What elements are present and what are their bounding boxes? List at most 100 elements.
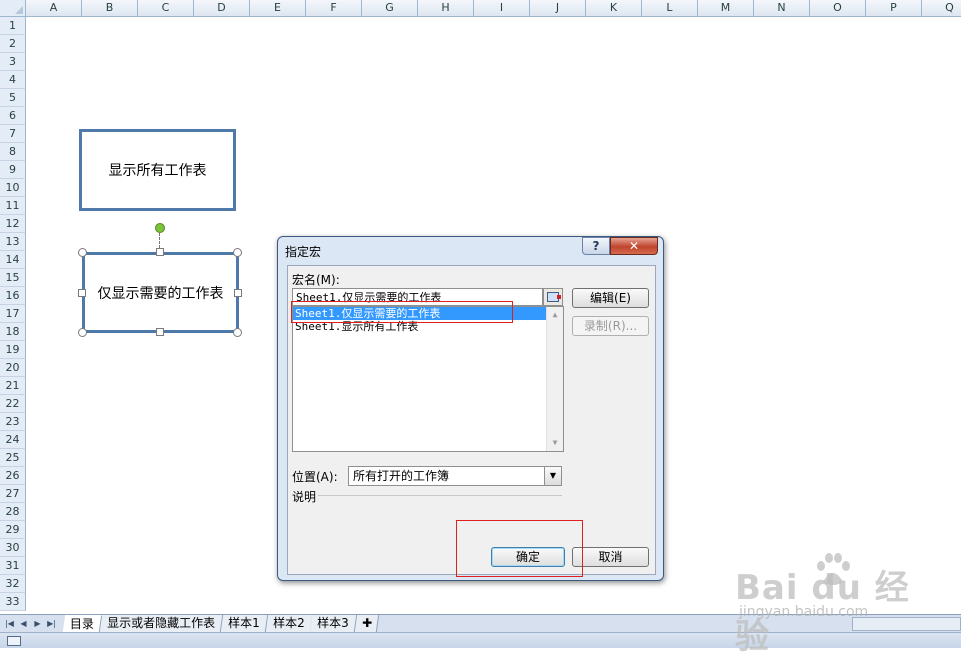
row-header[interactable]: 17 bbox=[0, 305, 26, 323]
last-sheet-icon[interactable]: ▶| bbox=[46, 617, 57, 630]
scroll-down-icon[interactable]: ▼ bbox=[547, 435, 563, 451]
row-header[interactable]: 11 bbox=[0, 197, 26, 215]
resize-handle-s[interactable] bbox=[156, 328, 164, 336]
row-header[interactable]: 2 bbox=[0, 35, 26, 53]
close-button[interactable]: ✕ bbox=[610, 237, 658, 255]
row-header[interactable]: 7 bbox=[0, 125, 26, 143]
column-header[interactable]: K bbox=[586, 0, 642, 17]
scroll-up-icon[interactable]: ▲ bbox=[547, 307, 563, 323]
row-header[interactable]: 32 bbox=[0, 575, 26, 593]
list-scrollbar[interactable]: ▲ ▼ bbox=[546, 307, 563, 451]
sheet-tab-label: 样本1 bbox=[228, 616, 260, 630]
sheet-tab-label: 显示或者隐藏工作表 bbox=[107, 616, 216, 630]
row-header[interactable]: 8 bbox=[0, 143, 26, 161]
macro-list-item[interactable]: Sheet1.仅显示需要的工作表 bbox=[293, 307, 546, 320]
column-header[interactable]: A bbox=[26, 0, 82, 17]
insert-sheet-icon[interactable]: ✚ bbox=[354, 615, 380, 632]
row-header[interactable]: 6 bbox=[0, 107, 26, 125]
row-header[interactable]: 28 bbox=[0, 503, 26, 521]
row-header[interactable]: 31 bbox=[0, 557, 26, 575]
row-headers: 1 2 3 4 5 6 7 8 9 10 11 12 13 14 15 16 17 18 19 20 21 22 23 24 2… bbox=[0, 17, 26, 611]
sheet-tab[interactable]: 样本1 bbox=[220, 615, 268, 632]
next-sheet-icon[interactable]: ▶ bbox=[32, 617, 43, 630]
column-header[interactable]: B bbox=[82, 0, 138, 17]
shape2-label: 仅显示需要的工作表 bbox=[97, 285, 224, 302]
row-header[interactable]: 3 bbox=[0, 53, 26, 71]
row-header[interactable]: 10 bbox=[0, 179, 26, 197]
row-header[interactable]: 9 bbox=[0, 161, 26, 179]
sheet-tab[interactable]: 目录 bbox=[62, 615, 103, 632]
row-header[interactable]: 5 bbox=[0, 89, 26, 107]
sheet-tab[interactable]: 显示或者隐藏工作表 bbox=[99, 615, 224, 632]
resize-handle-nw[interactable] bbox=[78, 248, 87, 257]
macro-list-item[interactable]: Sheet1.显示所有工作表 bbox=[293, 320, 546, 333]
resize-handle-w[interactable] bbox=[78, 289, 86, 297]
sheet-tab[interactable]: 样本2 bbox=[265, 615, 313, 632]
select-all-corner[interactable] bbox=[0, 0, 26, 17]
column-header[interactable]: M bbox=[698, 0, 754, 17]
row-header[interactable]: 21 bbox=[0, 377, 26, 395]
edit-button[interactable]: 编辑(E) bbox=[572, 288, 649, 308]
rotation-connector bbox=[159, 233, 160, 248]
row-header[interactable]: 23 bbox=[0, 413, 26, 431]
macro-list[interactable]: Sheet1.仅显示需要的工作表 Sheet1.显示所有工作表 ▲ ▼ bbox=[292, 306, 564, 452]
column-header[interactable]: J bbox=[530, 0, 586, 17]
row-header[interactable]: 15 bbox=[0, 269, 26, 287]
chevron-down-icon[interactable]: ▼ bbox=[544, 467, 561, 485]
row-header[interactable]: 16 bbox=[0, 287, 26, 305]
show-all-sheets-shape[interactable]: 显示所有工作表 bbox=[79, 129, 236, 211]
row-header[interactable]: 13 bbox=[0, 233, 26, 251]
column-header[interactable]: D bbox=[194, 0, 250, 17]
column-header[interactable]: C bbox=[138, 0, 194, 17]
column-header[interactable]: F bbox=[306, 0, 362, 17]
horizontal-scrollbar[interactable] bbox=[852, 617, 961, 631]
column-header[interactable]: L bbox=[642, 0, 698, 17]
resize-handle-ne[interactable] bbox=[233, 248, 242, 257]
resize-handle-sw[interactable] bbox=[78, 328, 87, 337]
column-header[interactable]: N bbox=[754, 0, 810, 17]
status-bar bbox=[0, 632, 961, 648]
ok-button[interactable]: 确定 bbox=[491, 547, 565, 567]
column-header[interactable]: Q bbox=[922, 0, 961, 17]
column-header[interactable]: I bbox=[474, 0, 530, 17]
collapse-dialog-button[interactable] bbox=[543, 288, 563, 306]
macro-record-icon[interactable] bbox=[7, 636, 21, 646]
row-header[interactable]: 4 bbox=[0, 71, 26, 89]
row-header[interactable]: 24 bbox=[0, 431, 26, 449]
row-header[interactable]: 33 bbox=[0, 593, 26, 611]
column-header[interactable]: G bbox=[362, 0, 418, 17]
row-header[interactable]: 19 bbox=[0, 341, 26, 359]
resize-handle-e[interactable] bbox=[234, 289, 242, 297]
column-header[interactable]: H bbox=[418, 0, 474, 17]
shape1-label: 显示所有工作表 bbox=[108, 163, 207, 179]
row-header[interactable]: 25 bbox=[0, 449, 26, 467]
row-header[interactable]: 27 bbox=[0, 485, 26, 503]
show-needed-sheets-shape[interactable]: 仅显示需要的工作表 bbox=[82, 252, 239, 333]
prev-sheet-icon[interactable]: ◀ bbox=[18, 617, 29, 630]
description-label: 说明 bbox=[292, 490, 317, 504]
location-dropdown[interactable]: 所有打开的工作簿 ▼ bbox=[348, 466, 562, 486]
sheet-tab[interactable]: 样本3 bbox=[310, 615, 358, 632]
help-button[interactable]: ? bbox=[582, 237, 610, 255]
row-header[interactable]: 12 bbox=[0, 215, 26, 233]
row-header[interactable]: 18 bbox=[0, 323, 26, 341]
sheet-tab-bar: |◀ ◀ ▶ ▶| 目录 显示或者隐藏工作表 样本1 样本2 样本3 ✚ bbox=[0, 614, 961, 632]
sheet-tab-label: 样本2 bbox=[272, 616, 305, 630]
column-header[interactable]: P bbox=[866, 0, 922, 17]
row-header[interactable]: 26 bbox=[0, 467, 26, 485]
resize-handle-n[interactable] bbox=[156, 248, 164, 256]
first-sheet-icon[interactable]: |◀ bbox=[4, 617, 15, 630]
row-header[interactable]: 1 bbox=[0, 17, 26, 35]
row-header[interactable]: 30 bbox=[0, 539, 26, 557]
column-header[interactable]: O bbox=[810, 0, 866, 17]
row-header[interactable]: 20 bbox=[0, 359, 26, 377]
cancel-button[interactable]: 取消 bbox=[572, 547, 649, 567]
row-header[interactable]: 29 bbox=[0, 521, 26, 539]
rotation-handle[interactable] bbox=[155, 223, 165, 233]
macro-name-input[interactable]: Sheet1.仅显示需要的工作表 bbox=[292, 288, 543, 306]
row-header[interactable]: 22 bbox=[0, 395, 26, 413]
record-button[interactable]: 录制(R)... bbox=[572, 316, 649, 336]
row-header[interactable]: 14 bbox=[0, 251, 26, 269]
resize-handle-se[interactable] bbox=[233, 328, 242, 337]
column-header[interactable]: E bbox=[250, 0, 306, 17]
